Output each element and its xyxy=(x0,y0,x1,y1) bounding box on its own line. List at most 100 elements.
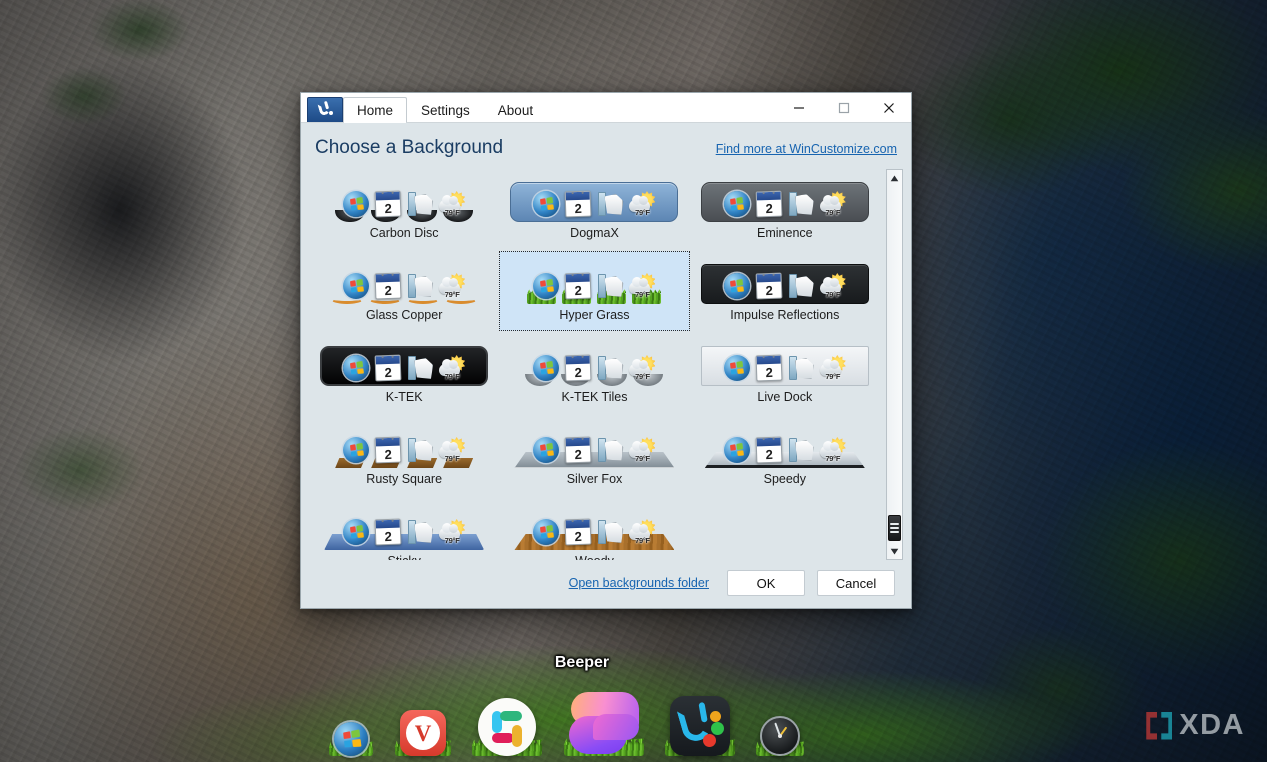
objectdock-settings-window: Home Settings About Choose a Background … xyxy=(300,92,912,609)
background-thumbnail: 2 79°F xyxy=(510,340,678,386)
background-thumbnail: 2 79°F xyxy=(510,422,678,468)
background-item[interactable]: 2 79°F K-TEK Tiles xyxy=(499,333,689,413)
dialog-body: 2 79°F Carbon Disc 2 79°F DogmaX 2 79°F Eminence… xyxy=(301,165,911,560)
scrollbar-track[interactable] xyxy=(887,186,902,543)
open-backgrounds-folder-link[interactable]: Open backgrounds folder xyxy=(569,576,709,590)
background-item[interactable]: 2 79°F Eminence xyxy=(690,169,880,249)
preview-document-icon xyxy=(407,437,434,463)
maximize-button[interactable] xyxy=(821,93,866,123)
vertical-scrollbar[interactable] xyxy=(886,169,903,560)
preview-document-icon xyxy=(597,191,624,217)
preview-calendar-icon: 2 xyxy=(565,518,592,546)
background-item[interactable]: 2 79°F Woody xyxy=(499,497,689,560)
background-grid: 2 79°F Carbon Disc 2 79°F DogmaX 2 79°F Eminence… xyxy=(309,169,880,560)
maximize-icon xyxy=(838,102,849,114)
tab-settings[interactable]: Settings xyxy=(407,97,484,122)
background-item[interactable]: 2 79°F DogmaX xyxy=(499,169,689,249)
preview-weather-icon: 79°F xyxy=(819,191,846,217)
background-item-label: Glass Copper xyxy=(365,308,443,322)
preview-document-icon xyxy=(788,355,814,381)
preview-windows-orb-icon xyxy=(723,437,750,463)
window-titlebar: Home Settings About xyxy=(301,93,911,123)
background-item[interactable]: 2 79°F Hyper Grass xyxy=(499,251,690,331)
preview-windows-orb-icon xyxy=(723,273,750,299)
dock-item-clock[interactable] xyxy=(750,660,810,756)
xda-bracket-icon xyxy=(1146,711,1173,740)
preview-calendar-icon: 2 xyxy=(374,436,402,464)
background-item-label: Live Dock xyxy=(757,390,813,404)
preview-weather-icon: 79°F xyxy=(439,355,466,381)
preview-windows-orb-icon xyxy=(533,273,560,299)
preview-calendar-icon: 2 xyxy=(374,354,402,382)
preview-windows-orb-icon xyxy=(343,355,370,381)
background-thumbnail: 2 79°F xyxy=(320,504,488,550)
background-item[interactable]: 2 79°F Speedy xyxy=(690,415,880,495)
page-title: Choose a Background xyxy=(315,137,504,158)
background-item-label: Eminence xyxy=(757,226,813,240)
tab-about[interactable]: About xyxy=(484,97,547,122)
preview-windows-orb-icon xyxy=(533,355,560,381)
background-thumbnail: 2 79°F xyxy=(700,258,869,304)
ok-button[interactable]: OK xyxy=(727,570,805,596)
background-thumbnail: 2 79°F xyxy=(510,176,679,222)
minimize-button[interactable] xyxy=(776,93,821,123)
dialog-footer: Open backgrounds folder OK Cancel xyxy=(301,560,911,608)
preview-document-icon xyxy=(788,191,814,217)
scroll-down-button[interactable] xyxy=(887,543,902,559)
preview-document-icon xyxy=(597,355,624,381)
background-item[interactable]: 2 79°F Rusty Square xyxy=(309,415,499,495)
background-item-label: Rusty Square xyxy=(366,472,443,486)
objectdock-dock[interactable]: Beeper V xyxy=(322,654,842,756)
preview-document-icon xyxy=(407,273,434,299)
dock-item-windows-start-orb[interactable] xyxy=(322,660,380,756)
preview-weather-icon: 79°F xyxy=(629,519,656,545)
find-more-link[interactable]: Find more at WinCustomize.com xyxy=(716,142,897,156)
preview-calendar-icon: 2 xyxy=(374,190,402,218)
background-item-label: K-TEK xyxy=(385,390,423,404)
tabstrip: Home Settings About xyxy=(343,93,547,123)
background-item[interactable]: 2 79°F Impulse Reflections xyxy=(690,251,880,331)
preview-calendar-icon: 2 xyxy=(374,272,402,300)
background-item-label: Sticky xyxy=(387,554,420,560)
preview-calendar-icon: 2 xyxy=(755,354,783,382)
preview-document-icon xyxy=(407,519,434,545)
background-item-label: Woody xyxy=(575,554,614,560)
preview-document-icon xyxy=(788,437,814,463)
cancel-button[interactable]: Cancel xyxy=(817,570,895,596)
background-item-label: DogmaX xyxy=(570,226,619,240)
preview-calendar-icon: 2 xyxy=(755,272,783,300)
scroll-up-button[interactable] xyxy=(887,170,902,186)
beeper-icon[interactable] xyxy=(567,690,641,756)
preview-windows-orb-icon xyxy=(343,191,370,217)
preview-windows-orb-icon xyxy=(343,273,370,299)
background-item[interactable]: 2 79°F K-TEK xyxy=(309,333,499,413)
preview-weather-icon: 79°F xyxy=(629,273,656,299)
background-item[interactable]: 2 79°F Sticky xyxy=(309,497,499,560)
background-thumbnail: 2 79°F xyxy=(510,504,678,550)
preview-calendar-icon: 2 xyxy=(565,190,592,218)
dock-item-beeper[interactable] xyxy=(558,660,650,756)
preview-windows-orb-icon xyxy=(343,437,370,463)
scrollbar-thumb[interactable] xyxy=(888,515,901,541)
close-button[interactable] xyxy=(866,93,911,123)
dock-item-slack[interactable] xyxy=(466,660,548,756)
background-item[interactable]: 2 79°F Carbon Disc xyxy=(309,169,499,249)
background-item[interactable]: 2 79°F Glass Copper xyxy=(309,251,499,331)
windows-orb-icon[interactable] xyxy=(334,722,368,756)
preview-weather-icon: 79°F xyxy=(629,191,656,217)
dock-item-vivaldi[interactable]: V xyxy=(390,660,456,756)
preview-weather-icon: 79°F xyxy=(819,273,846,299)
preview-weather-icon: 79°F xyxy=(629,437,656,463)
objectdock-icon[interactable] xyxy=(670,696,730,756)
dock-item-objectdock[interactable] xyxy=(660,660,740,756)
preview-windows-orb-icon xyxy=(343,519,370,545)
slack-icon[interactable] xyxy=(478,698,536,756)
background-item[interactable]: 2 79°F Silver Fox xyxy=(499,415,689,495)
dialog-header: Choose a Background Find more at WinCust… xyxy=(301,123,911,165)
preview-calendar-icon: 2 xyxy=(755,190,783,218)
clock-gauge-icon[interactable] xyxy=(760,716,800,756)
preview-windows-orb-icon xyxy=(533,519,560,545)
tab-home[interactable]: Home xyxy=(343,97,408,123)
background-item[interactable]: 2 79°F Live Dock xyxy=(690,333,880,413)
vivaldi-icon[interactable]: V xyxy=(400,710,446,756)
